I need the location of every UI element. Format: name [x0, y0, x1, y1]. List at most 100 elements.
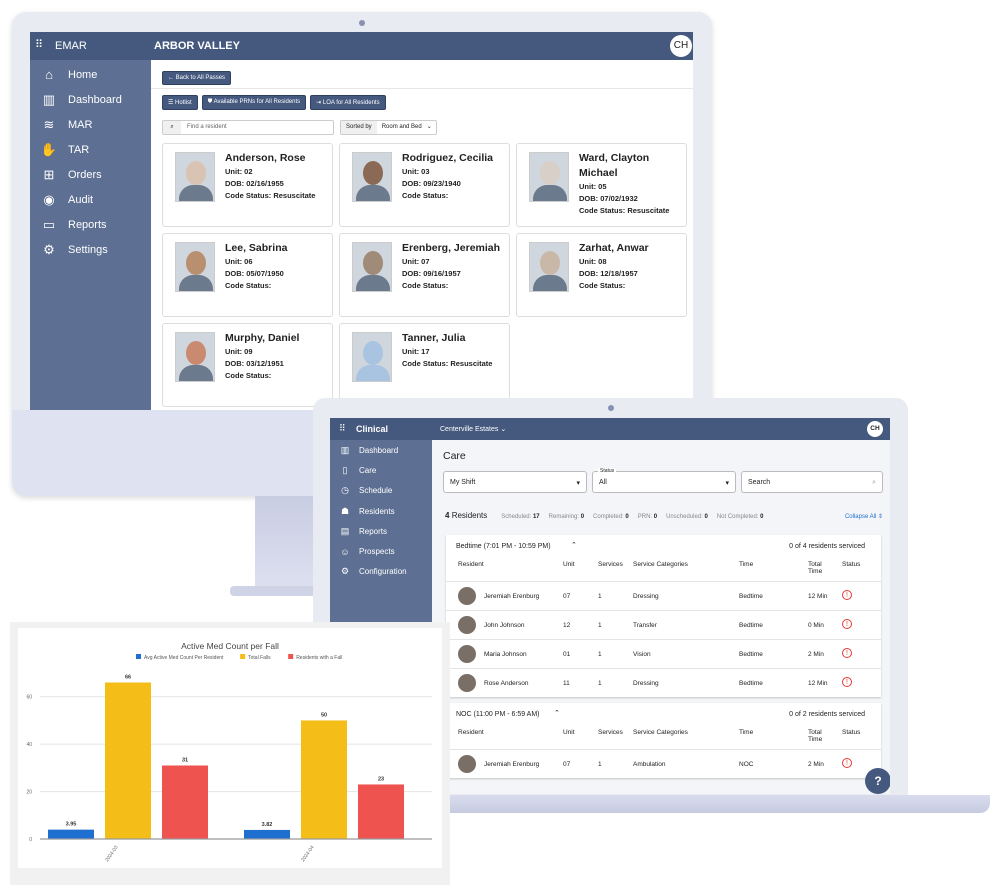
sort-select[interactable]: Sorted by Room and Bed ⌄ [340, 120, 437, 135]
sidebar-item-residents[interactable]: ☗ Residents [330, 501, 432, 521]
resident-photo [529, 152, 569, 202]
resident-dob: DOB: 02/16/1955 [225, 179, 284, 188]
data-label: 50 [321, 712, 327, 718]
resident-card[interactable]: Ward, Clayton Michael Unit: 05 DOB: 07/0… [516, 143, 687, 227]
bar [301, 720, 347, 839]
emar-header: ⠿ EMAR ARBOR VALLEY CH [30, 32, 693, 60]
unit: 07 [563, 593, 571, 600]
apps-grid-icon[interactable]: ⠿ [35, 38, 43, 51]
services: 1 [598, 651, 602, 658]
resident-name: Rodriguez, Cecilia [402, 152, 494, 164]
chevron-up-icon[interactable]: ⌃ [571, 541, 577, 549]
sidebar-item-dashboard[interactable]: ▥ Dashboard [330, 440, 432, 460]
laptop-base [440, 795, 990, 813]
stat: Completed: 0 [593, 514, 629, 520]
sidebar-item-mar[interactable]: ≋ MAR [30, 112, 151, 137]
sidebar-item-schedule[interactable]: ◷ Schedule [330, 481, 432, 501]
table-row[interactable]: Rose Anderson 11 1 Dressing Bedtime 12 M… [446, 668, 881, 697]
action-button-0[interactable]: ☰ Hotlist [162, 95, 198, 110]
back-label: Back to All Passes [175, 75, 226, 81]
alert-circle-icon[interactable]: ! [842, 758, 852, 768]
sidebar-item-label: Schedule [359, 486, 393, 496]
alert-circle-icon[interactable]: ! [842, 648, 852, 658]
chevron-up-icon[interactable]: ⌃ [554, 709, 560, 717]
search-input[interactable]: Search ⌕ [741, 471, 883, 493]
resident-code-status: Code Status: Resuscitate [225, 191, 316, 200]
column-header: Resident [458, 561, 484, 568]
caret-down-icon: ▾ [725, 480, 729, 487]
total-time: 12 Min [808, 593, 828, 600]
group-serviced: 0 of 2 residents serviced [789, 711, 865, 718]
sidebar-item-label: Prospects [359, 547, 395, 557]
legend-label: Avg Active Med Count Per Resident [144, 655, 224, 661]
sidebar-item-label: Dashboard [68, 93, 122, 106]
action-button-1[interactable]: ⛊ Available PRNs for All Residents [201, 95, 307, 110]
sidebar-item-orders[interactable]: ⊞ Orders [30, 162, 151, 187]
resident-unit: Unit: 09 [225, 347, 253, 356]
resident-card[interactable]: Erenberg, Jeremiah Unit: 07 DOB: 09/16/1… [339, 233, 510, 317]
collapse-all-link[interactable]: Collapse All ⇕ [845, 513, 883, 520]
resident-card[interactable]: Lee, Sabrina Unit: 06 DOB: 05/07/1950 Co… [162, 233, 333, 317]
resident-card[interactable]: Zarhat, Anwar Unit: 08 DOB: 12/18/1957 C… [516, 233, 687, 317]
unit: 07 [563, 761, 571, 768]
resident-card[interactable]: Murphy, Daniel Unit: 09 DOB: 03/12/1951 … [162, 323, 333, 407]
sidebar-item-reports[interactable]: ▤ Reports [330, 521, 432, 541]
service-category: Dressing [633, 593, 659, 600]
resident-name: Rose Anderson [484, 680, 529, 687]
group-header[interactable]: NOC (11:00 PM - 6:59 AM) ⌃ 0 of 2 resident… [446, 703, 881, 725]
alert-circle-icon[interactable]: ! [842, 677, 852, 687]
time: NOC [739, 761, 754, 768]
resident-name: John Johnson [484, 622, 525, 629]
sidebar-item-configuration[interactable]: ⚙ Configuration [330, 562, 432, 582]
sidebar-item-label: TAR [68, 143, 90, 156]
table-row[interactable]: John Johnson 12 1 Transfer Bedtime 0 Min… [446, 610, 881, 639]
user-avatar[interactable]: CH [670, 35, 692, 57]
table-header: Resident Unit Services Service Categories Ti… [446, 557, 881, 581]
sidebar-item-reports[interactable]: ▭ Reports [30, 212, 151, 237]
alert-circle-icon[interactable]: ! [842, 590, 852, 600]
bar [358, 784, 404, 839]
services: 1 [598, 761, 602, 768]
alert-circle-icon[interactable]: ! [842, 619, 852, 629]
sidebar-item-settings[interactable]: ⚙ Settings [30, 237, 151, 262]
resident-card[interactable]: Anderson, Rose Unit: 02 DOB: 02/16/1955 … [162, 143, 333, 227]
sidebar-item-home[interactable]: ⌂ Home [30, 62, 151, 87]
group-serviced: 0 of 4 residents serviced [789, 543, 865, 550]
resident-unit: Unit: 17 [402, 347, 430, 356]
sidebar-item-dashboard[interactable]: ▥ Dashboard [30, 87, 151, 112]
gear-icon: ⚙ [43, 241, 55, 257]
apps-grid-icon[interactable]: ⠿ [339, 423, 346, 434]
status-select[interactable]: Status All ▾ [592, 468, 736, 493]
table-row[interactable]: Jeremiah Erenburg 07 1 Dressing Bedtime … [446, 581, 881, 610]
sidebar-item-tar[interactable]: ✋ TAR [30, 137, 151, 162]
table-row[interactable]: Jeremiah Erenburg 07 1 Ambulation NOC 2 … [446, 749, 881, 778]
facility-select[interactable]: Centerville Estates ⌄ [440, 425, 506, 433]
facility-name: ARBOR VALLEY [154, 40, 240, 52]
sidebar-item-audit[interactable]: ◉ Audit [30, 187, 151, 212]
resident-search[interactable]: ⌕ Find a resident [162, 120, 334, 135]
help-button[interactable]: ? [865, 768, 890, 794]
sidebar-item-care[interactable]: ▯ Care [330, 460, 432, 480]
bar [162, 765, 208, 839]
data-label: 31 [182, 757, 188, 763]
legend-label: Total Falls [248, 655, 271, 661]
camera [359, 20, 365, 26]
sidebar-item-label: Dashboard [359, 445, 399, 455]
action-label: Available PRNs for All Residents [213, 99, 301, 105]
group-header[interactable]: Bedtime (7:01 PM - 10:59 PM) ⌃ 0 of 4 resi… [446, 535, 881, 557]
sidebar-item-label: Residents [359, 506, 395, 516]
column-header: Total Time [808, 729, 823, 743]
sidebar-item-prospects[interactable]: ☺ Prospects [330, 541, 432, 561]
resident-card[interactable]: Rodriguez, Cecilia Unit: 03 DOB: 09/23/1… [339, 143, 510, 227]
x-tick-label: 2024-04 [300, 845, 316, 864]
shift-select[interactable]: My Shift ▾ [443, 471, 587, 493]
chart-title: Active Med Count per Fall [181, 641, 279, 651]
resident-unit: Unit: 05 [579, 182, 607, 191]
back-button[interactable]: ← Back to All Passes [162, 71, 232, 85]
action-button-2[interactable]: ⇥ LOA for All Residents [310, 95, 386, 110]
group-title: NOC (11:00 PM - 6:59 AM) [456, 711, 540, 718]
resident-card[interactable]: Tanner, Julia Unit: 17 Code Status: Resu… [339, 323, 510, 407]
user-avatar[interactable]: CH [867, 421, 883, 437]
resident-avatar [458, 587, 476, 605]
table-row[interactable]: Maria Johnson 01 1 Vision Bedtime 2 Min … [446, 639, 881, 668]
